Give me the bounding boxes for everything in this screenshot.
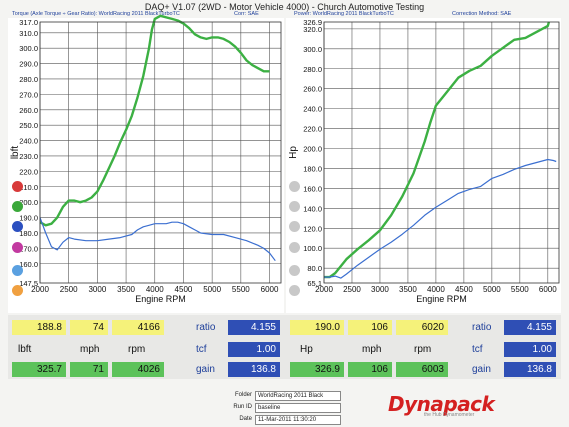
right-x-tick-label: 4000: [427, 285, 445, 294]
current-rpm: 4166: [112, 320, 164, 335]
right-x-tick-label: 5000: [483, 285, 501, 294]
folder-label: Folder: [234, 392, 252, 398]
current-hp: 190.0: [290, 320, 344, 335]
right-y-tick-label: 80.0: [307, 264, 322, 273]
tcf-value-right: 1.00: [504, 342, 556, 357]
current-mph-right: 106: [348, 320, 392, 335]
right-x-axis-label: Engine RPM: [416, 294, 467, 304]
right-legend-dot[interactable]: [289, 265, 300, 276]
left-legend-dot[interactable]: [12, 181, 23, 192]
right-x-tick-label: 4500: [455, 285, 473, 294]
right-chart: 2000 2500 3000 3500 4000 4500 5000 5500 600065.1…: [288, 18, 560, 304]
ratio-label: ratio: [196, 322, 216, 333]
right-legend-dot[interactable]: [289, 221, 300, 232]
folder-value: WorldRacing 2011 Black: [255, 391, 341, 401]
current-mph: 74: [70, 320, 108, 335]
left-legend-dot[interactable]: [12, 221, 23, 232]
right-y-tick-label: 160.0: [303, 184, 322, 193]
mph-label-right: mph: [362, 344, 382, 355]
left-legend-dot[interactable]: [12, 201, 23, 212]
dynapack-logo-subtitle: the Hub Dynamometer: [424, 412, 475, 418]
mph-label: mph: [80, 344, 100, 355]
tcf-value: 1.00: [228, 342, 280, 357]
right-x-tick-label: 3000: [371, 285, 389, 294]
left-legend-dot[interactable]: [12, 242, 23, 253]
current-rpm-right: 6020: [396, 320, 448, 335]
right-series-green-line: [324, 21, 551, 279]
date-label: Date: [239, 416, 252, 422]
right-y-tick-label: 326.9: [303, 18, 322, 27]
max-mph-right: 106: [348, 362, 392, 377]
right-series-blue-line: [324, 158, 557, 279]
right-y-axis-label: Hp: [288, 146, 299, 159]
max-torque: 325.7: [12, 362, 66, 377]
right-y-tick-label: 120.0: [303, 224, 322, 233]
max-mph: 71: [70, 362, 108, 377]
current-torque: 188.8: [12, 320, 66, 335]
right-y-tick-label: 140.0: [303, 204, 322, 213]
run-id-label: Run ID: [233, 404, 252, 410]
tcf-label-right: tcf: [472, 344, 483, 355]
right-y-tick-label: 240.0: [303, 105, 322, 114]
right-legend-dot[interactable]: [289, 201, 300, 212]
gain-value: 136.8: [228, 362, 280, 377]
max-hp: 326.9: [290, 362, 344, 377]
right-y-tick-label: 260.0: [303, 85, 322, 94]
right-x-tick-label: 2500: [343, 285, 361, 294]
gain-label-right: gain: [472, 364, 491, 375]
tcf-label: tcf: [196, 344, 207, 355]
right-y-tick-label: 100.0: [303, 244, 322, 253]
right-y-tick-label: 65.1: [307, 279, 322, 288]
gain-value-right: 136.8: [504, 362, 556, 377]
right-y-tick-label: 200.0: [303, 145, 322, 154]
gain-label: gain: [196, 364, 215, 375]
right-legend-dot[interactable]: [289, 285, 300, 296]
ratio-value: 4.155: [228, 320, 280, 335]
right-legend-dot[interactable]: [289, 242, 300, 253]
unit-label-right: Hp: [300, 344, 313, 355]
right-y-tick-label: 220.0: [303, 125, 322, 134]
run-id-value: baseline: [255, 403, 341, 413]
max-rpm-right: 6003: [396, 362, 448, 377]
left-legend-dot[interactable]: [12, 285, 23, 296]
right-y-tick-label: 180.0: [303, 164, 322, 173]
unit-label: lbft: [18, 344, 32, 355]
right-plot-frame: [323, 21, 560, 284]
rpm-label-right: rpm: [414, 344, 432, 355]
right-x-tick-label: 6000: [539, 285, 557, 294]
ratio-value-right: 4.155: [504, 320, 556, 335]
right-y-tick-label: 300.0: [303, 45, 322, 54]
ratio-label-right: ratio: [472, 322, 492, 333]
right-x-tick-label: 5500: [511, 285, 529, 294]
rpm-label: rpm: [128, 344, 146, 355]
max-rpm: 4026: [112, 362, 164, 377]
right-x-tick-label: 3500: [399, 285, 417, 294]
left-legend-dot[interactable]: [12, 265, 23, 276]
right-legend-dot[interactable]: [289, 181, 300, 192]
right-y-tick-label: 280.0: [303, 65, 322, 74]
date-value: 11-Mar-2011 11:30:20: [255, 415, 341, 425]
